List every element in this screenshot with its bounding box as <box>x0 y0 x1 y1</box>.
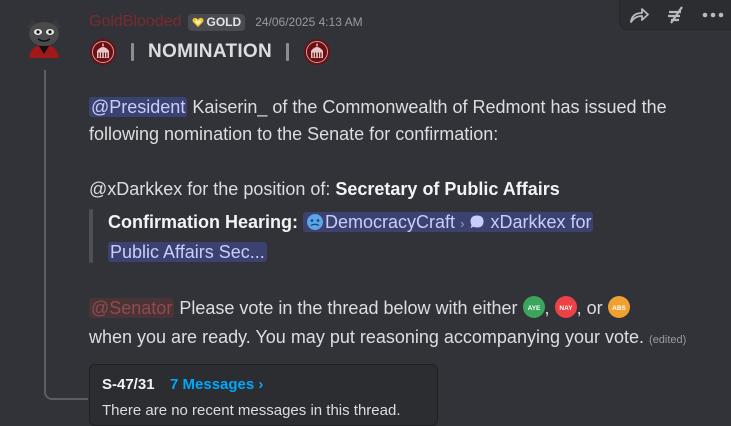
abs-label: ABS <box>612 305 626 312</box>
username[interactable]: GoldBlooded <box>89 13 182 31</box>
guild-tag[interactable]: GOLD <box>187 13 246 31</box>
thread-message-count[interactable]: 7 Messages › <box>170 376 263 393</box>
thread-button[interactable] <box>662 3 690 27</box>
comma-or: , or <box>576 298 603 318</box>
abs-emoji-icon: ABS <box>607 296 630 318</box>
more-button[interactable] <box>699 3 727 27</box>
aye-emoji-icon: AYE <box>522 296 545 318</box>
edited-label: (edited) <box>649 334 687 346</box>
guild-tag-label: GOLD <box>206 15 242 29</box>
nay-label: NAY <box>559 305 573 312</box>
thread-card[interactable]: S-47/31 7 Messages › There are no recent… <box>89 364 438 426</box>
server-emoji-icon <box>307 214 324 230</box>
vote-text-2: when you are ready. You may put reasonin… <box>89 327 645 347</box>
body-line-2: following nomination to the Senate for c… <box>89 124 499 144</box>
seal-emoji-icon <box>304 39 331 65</box>
reply-button[interactable] <box>625 3 653 27</box>
thread-name: S-47/31 <box>102 376 155 393</box>
channel-link[interactable]: DemocracyCraft › xDarkkex for <box>303 212 594 232</box>
aye-label: AYE <box>527 305 540 312</box>
thread-icon <box>667 5 683 24</box>
comma: , <box>544 298 550 318</box>
message-header: GoldBlooded GOLD 24/06/2025 4:13 AM <box>89 13 363 31</box>
thread-subtitle: There are no recent messages in this thr… <box>102 402 401 419</box>
thread-link-title-2[interactable]: Public Affairs Sec... <box>108 242 267 262</box>
quote-bar <box>89 209 93 263</box>
title-row: NOMINATION <box>89 38 331 66</box>
message-toolbar <box>619 0 731 30</box>
reply-arrow-icon <box>629 7 649 23</box>
chevron-right-icon: › <box>460 216 465 231</box>
avatar[interactable] <box>21 14 67 60</box>
nominee-text: @xDarkkex for the position of: <box>89 179 336 199</box>
thread-bubble-icon <box>470 215 484 228</box>
seal-emoji-icon <box>90 39 116 65</box>
nominee-line: @xDarkkex for the position of: Secretary… <box>89 176 560 203</box>
vote-line-2: when you are ready. You may put reasonin… <box>89 324 686 354</box>
heart-icon <box>192 17 204 27</box>
position-name: Secretary of Public Affairs <box>335 179 560 199</box>
president-mention[interactable]: @President <box>89 97 188 117</box>
title-divider <box>131 43 134 61</box>
body-text: Kaiserin_ of the Commonwealth of Redmont… <box>187 97 667 117</box>
body-line-1: @President Kaiserin_ of the Commonwealth… <box>89 94 667 121</box>
vote-line-1: @Senator Please vote in the thread below… <box>89 295 630 322</box>
thread-connector <box>44 70 88 400</box>
server-name: DemocracyCraft <box>325 212 456 232</box>
senator-mention[interactable]: @Senator <box>89 298 175 318</box>
title-divider <box>286 43 290 61</box>
thread-link-title-1: xDarkkex for <box>490 212 592 232</box>
message: GoldBlooded GOLD 24/06/2025 4:13 AM NOMI… <box>0 0 731 426</box>
nay-emoji-icon: NAY <box>554 296 577 318</box>
quote-label: Confirmation Hearing: <box>108 212 299 232</box>
quote-block: Confirmation Hearing: DemocracyCraft › x… <box>108 208 594 266</box>
more-icon <box>702 12 723 17</box>
timestamp[interactable]: 24/06/2025 4:13 AM <box>255 15 362 29</box>
message-title: NOMINATION <box>148 41 273 62</box>
vote-text: Please vote in the thread below with eit… <box>174 298 523 318</box>
